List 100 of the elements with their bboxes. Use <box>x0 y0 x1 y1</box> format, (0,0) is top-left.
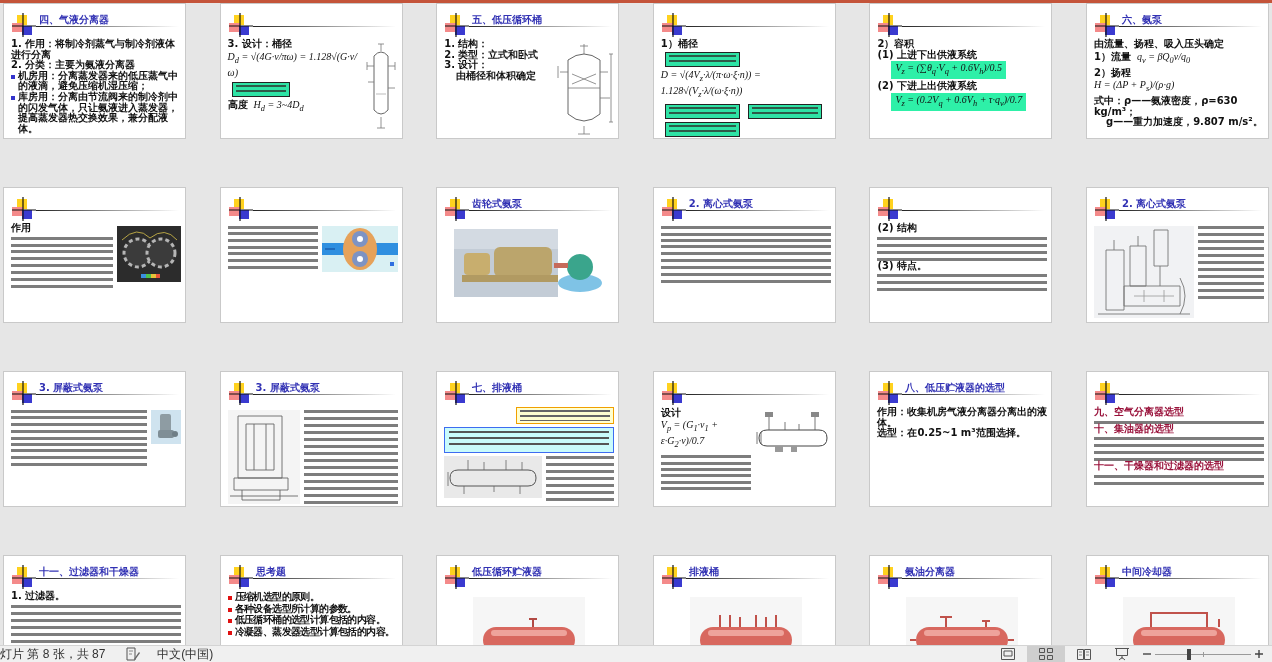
slide-text: 2）扬程 <box>1093 67 1132 79</box>
slide-title: 八、低压贮液器的选型 <box>905 382 1007 394</box>
slide-thumbnail[interactable]: (2) 结构 (3) 特点。 <box>869 187 1053 323</box>
slide-title: 2. 离心式氨泵 <box>1121 198 1188 210</box>
corner-emblem-icon <box>12 197 36 221</box>
slide-thumbnail[interactable]: 2）容积 (1) 上进下出供液系统 V$_{z}$ = (∑θ$_{q}$·V$_{q}$ + 0.6V$_{h}$)/0.5 (2) 下进上出供液系统 V$_{z}$ = (0.2V$_{q}$ + 0.6V$_{h}$ + τ·q$_{v}$)/0.7 <box>869 3 1053 139</box>
slide-thumbnail[interactable]: 作用 <box>3 187 186 323</box>
corner-emblem-icon <box>228 565 253 589</box>
slide-text: 1. 结构： <box>444 39 489 50</box>
slide-title: 思考题 <box>255 566 287 578</box>
slide-thumbnail[interactable]: 3. 设计：桶径 D$_{d}$ = √(4G·v/πω) = 1.128√(G·v/ω) 高度 H$_{d}$ = 3~4D$_{d}$ <box>219 3 403 139</box>
slide-title: 氨油分离器 <box>905 566 957 578</box>
formula: D$_{d}$ = √(4G·v/πω) = 1.128√(G·v/ω) <box>227 50 359 79</box>
gear-pump-image <box>117 226 181 282</box>
slide-text: 机房用：分离蒸发器来的低压蒸气中的液滴，避免压缩机湿压缩； <box>18 70 179 92</box>
slide-text: g——重力加速度，9.807 m/s²。 <box>1105 117 1264 128</box>
projector-screen-icon <box>1114 647 1130 661</box>
minus-icon <box>1143 650 1151 658</box>
slide-text: 作用 <box>11 223 32 234</box>
formula: H$_{d}$ = 3~4D$_{d}$ <box>253 98 304 115</box>
document-pen-icon[interactable] <box>125 647 142 661</box>
corner-emblem-icon <box>445 197 470 221</box>
slide-thumbnail[interactable]: 思考题 压缩机选型的原则。 各种设备选型所计算的参数。 低压循环桶的选型计算包括的内容。 冷凝器、蒸发器选型计算包括的内容。 <box>219 555 403 645</box>
corner-emblem-icon <box>661 381 686 405</box>
slide-text: 3. 设计：桶径 <box>227 39 293 50</box>
zoom-in-button[interactable] <box>1253 648 1265 660</box>
formula: q$_{v}$ = βQ$_{0}$v/q$_{0}$ <box>1136 50 1191 67</box>
slide-title: 五、低压循环桶 <box>472 14 544 26</box>
formula: H = (ΔP + P$_{s}$)/(ρ·g) <box>1093 79 1175 95</box>
slide-thumbnail[interactable]: 九、空气分离器选型 十、集油器的选型 十一、干燥器和过滤器的选型 <box>1085 371 1269 507</box>
slide-text: 各种设备选型所计算的参数。 <box>234 603 357 615</box>
slide-thumbnail[interactable]: 3. 屏蔽式氨泵 <box>219 371 403 507</box>
grid-icon <box>1038 647 1054 661</box>
slide-thumbnail[interactable]: 2. 离心式氨泵 <box>652 187 836 323</box>
bullet-icon <box>227 619 232 624</box>
slider-thumb[interactable] <box>1186 648 1191 660</box>
corner-emblem-icon <box>661 13 686 37</box>
slide-title: 中间冷却器 <box>1121 566 1173 578</box>
slide-thumbnail[interactable] <box>219 187 403 323</box>
slide-counter: 灯片 第 8 张，共 87 <box>0 647 106 661</box>
slide-title: 七、排液桶 <box>472 382 524 394</box>
corner-emblem-icon <box>228 381 253 405</box>
slide-thumbnail[interactable]: 氨油分离器 <box>869 555 1053 645</box>
slide-thumbnail[interactable]: 八、低压贮液器的选型 作用：收集机房气液分离器分离出的液体。 选型：在0.25~1 m³范围选择。 <box>869 371 1053 507</box>
corner-emblem-icon <box>445 565 470 589</box>
normal-view-icon <box>1000 647 1016 661</box>
formula: V$_{p}$ = (G$_{1}$·v$_{1}$ + ε·G$_{2}$·v)/0.7 <box>660 418 719 451</box>
slide-thumbnail[interactable]: 3. 屏蔽式氨泵 <box>3 371 186 507</box>
slide-text: (2) 下进上出供液系统 <box>877 81 978 92</box>
book-icon <box>1076 647 1092 661</box>
corner-emblem-icon <box>12 381 36 405</box>
slide-text: 2. 分类：主要为氨液分离器 <box>11 60 137 71</box>
slide-sorter-button[interactable] <box>1027 646 1065 662</box>
slide-title: 3. 屏蔽式氨泵 <box>255 382 321 394</box>
bullet-icon <box>227 596 232 600</box>
slide-text: 由桶径和体积确定 <box>455 70 538 82</box>
corner-emblem-icon <box>12 13 36 37</box>
pump-photo-placeholder <box>151 410 181 444</box>
corner-emblem-icon <box>878 197 903 221</box>
corner-emblem-icon <box>1094 565 1119 589</box>
slide-thumbnail[interactable]: 五、低压循环桶 1. 结构： 2. 类型：立式和卧式 3. 设计： 由桶径和体积确定 <box>436 3 620 139</box>
slide-thumbnail[interactable]: 中间冷却器 <box>1085 555 1269 645</box>
slide-title: 四、气液分离器 <box>39 14 110 26</box>
slide-thumbnail[interactable]: 低压循环贮液器 <box>436 555 620 645</box>
corner-emblem-icon <box>878 381 903 405</box>
slide-title: 排液桶 <box>688 566 720 578</box>
bullet-icon <box>11 74 15 79</box>
slide-text: 2. 类型：立式和卧式 <box>444 49 540 60</box>
slide-thumbnail[interactable]: 四、气液分离器 1. 作用：将制冷剂蒸气与制冷剂液体进行分离 2. 分类：主要为氨液分离器 机房用：分离蒸发器来的低压蒸气中的液滴，避免压缩机湿压缩； 库房用：分离由节流阀来的制冷剂中的闪发气体，只让氨液进入蒸发器，提高蒸发器热交换效果，兼分配液体。 <box>3 3 186 139</box>
slide-text: 作用：收集机房气液分离器分离出的液体。 <box>877 407 1048 428</box>
slider-tick <box>1203 651 1204 657</box>
slide-text: 3. 设计： <box>444 60 489 71</box>
slide-text: 库房用：分离由节流阀来的制冷剂中的闪发气体，只让氨液进入蒸发器，提高蒸发器热交换效果，兼分配液体。 <box>18 91 179 135</box>
language-label[interactable]: 中文(中国) <box>157 647 214 661</box>
slide-title: 低压循环贮液器 <box>472 566 544 578</box>
corner-emblem-icon <box>12 565 36 589</box>
slide-text: 选型：在0.25~1 m³范围选择。 <box>877 428 1027 439</box>
corner-emblem-icon <box>878 565 903 589</box>
corner-emblem-icon <box>228 13 253 37</box>
slide-text: 2）容积 <box>877 39 916 49</box>
slide-title: 十一、过滤器和干燥器 <box>39 566 140 578</box>
corner-emblem-icon <box>1094 13 1119 37</box>
slide-thumbnail[interactable]: 齿轮式氨泵 <box>436 187 620 323</box>
slide-text: 低压循环桶的选型计算包括的内容。 <box>234 615 386 626</box>
corner-emblem-icon <box>228 197 253 221</box>
slide-thumbnail[interactable]: 设计 V$_{p}$ = (G$_{1}$·v$_{1}$ + ε·G$_{2}$·v)/0.7 <box>652 371 836 507</box>
formula-box: V$_{z}$ = (0.2V$_{q}$ + 0.6V$_{h}$ + τ·q$_{v}$)/0.7 <box>891 92 1027 111</box>
slide-thumbnail[interactable]: 七、排液桶 <box>436 371 620 507</box>
bullet-icon <box>11 95 15 100</box>
slide-text: (2) 结构 <box>877 223 918 234</box>
slide-thumbnail[interactable]: 十一、过滤器和干燥器 1. 过滤器。 <box>3 555 186 645</box>
slide-heading: 十、集油器的选型 <box>1093 423 1175 435</box>
slide-thumbnail[interactable]: 2. 离心式氨泵 <box>1085 187 1269 323</box>
corner-emblem-icon <box>445 381 470 405</box>
slide-thumbnail[interactable]: 六、氨泵 由流量、扬程、吸入压头确定 1）流量 q$_{v}$ = βQ$_{0}$v/q$_{0}$ 2）扬程 H = (ΔP + P$_{s}$)/(ρ·g) 式中：ρ——氨液密度，ρ=630 kg/m³； g——重力加速度，9.807 m/s²。 <box>1085 3 1269 139</box>
slide-thumbnail[interactable]: 1）桶径 D = √(4V$_{z}$·λ/(π·ω·ξ·n)) = 1.128√(V$_{z}$·λ/(ω·ξ·n)) <box>652 3 836 139</box>
slide-title: 2. 离心式氨泵 <box>688 198 755 210</box>
slide-thumbnail[interactable]: 排液桶 <box>652 555 836 645</box>
corner-emblem-icon <box>878 13 903 37</box>
slide-text: 由流量、扬程、吸入压头确定 <box>1093 39 1225 50</box>
